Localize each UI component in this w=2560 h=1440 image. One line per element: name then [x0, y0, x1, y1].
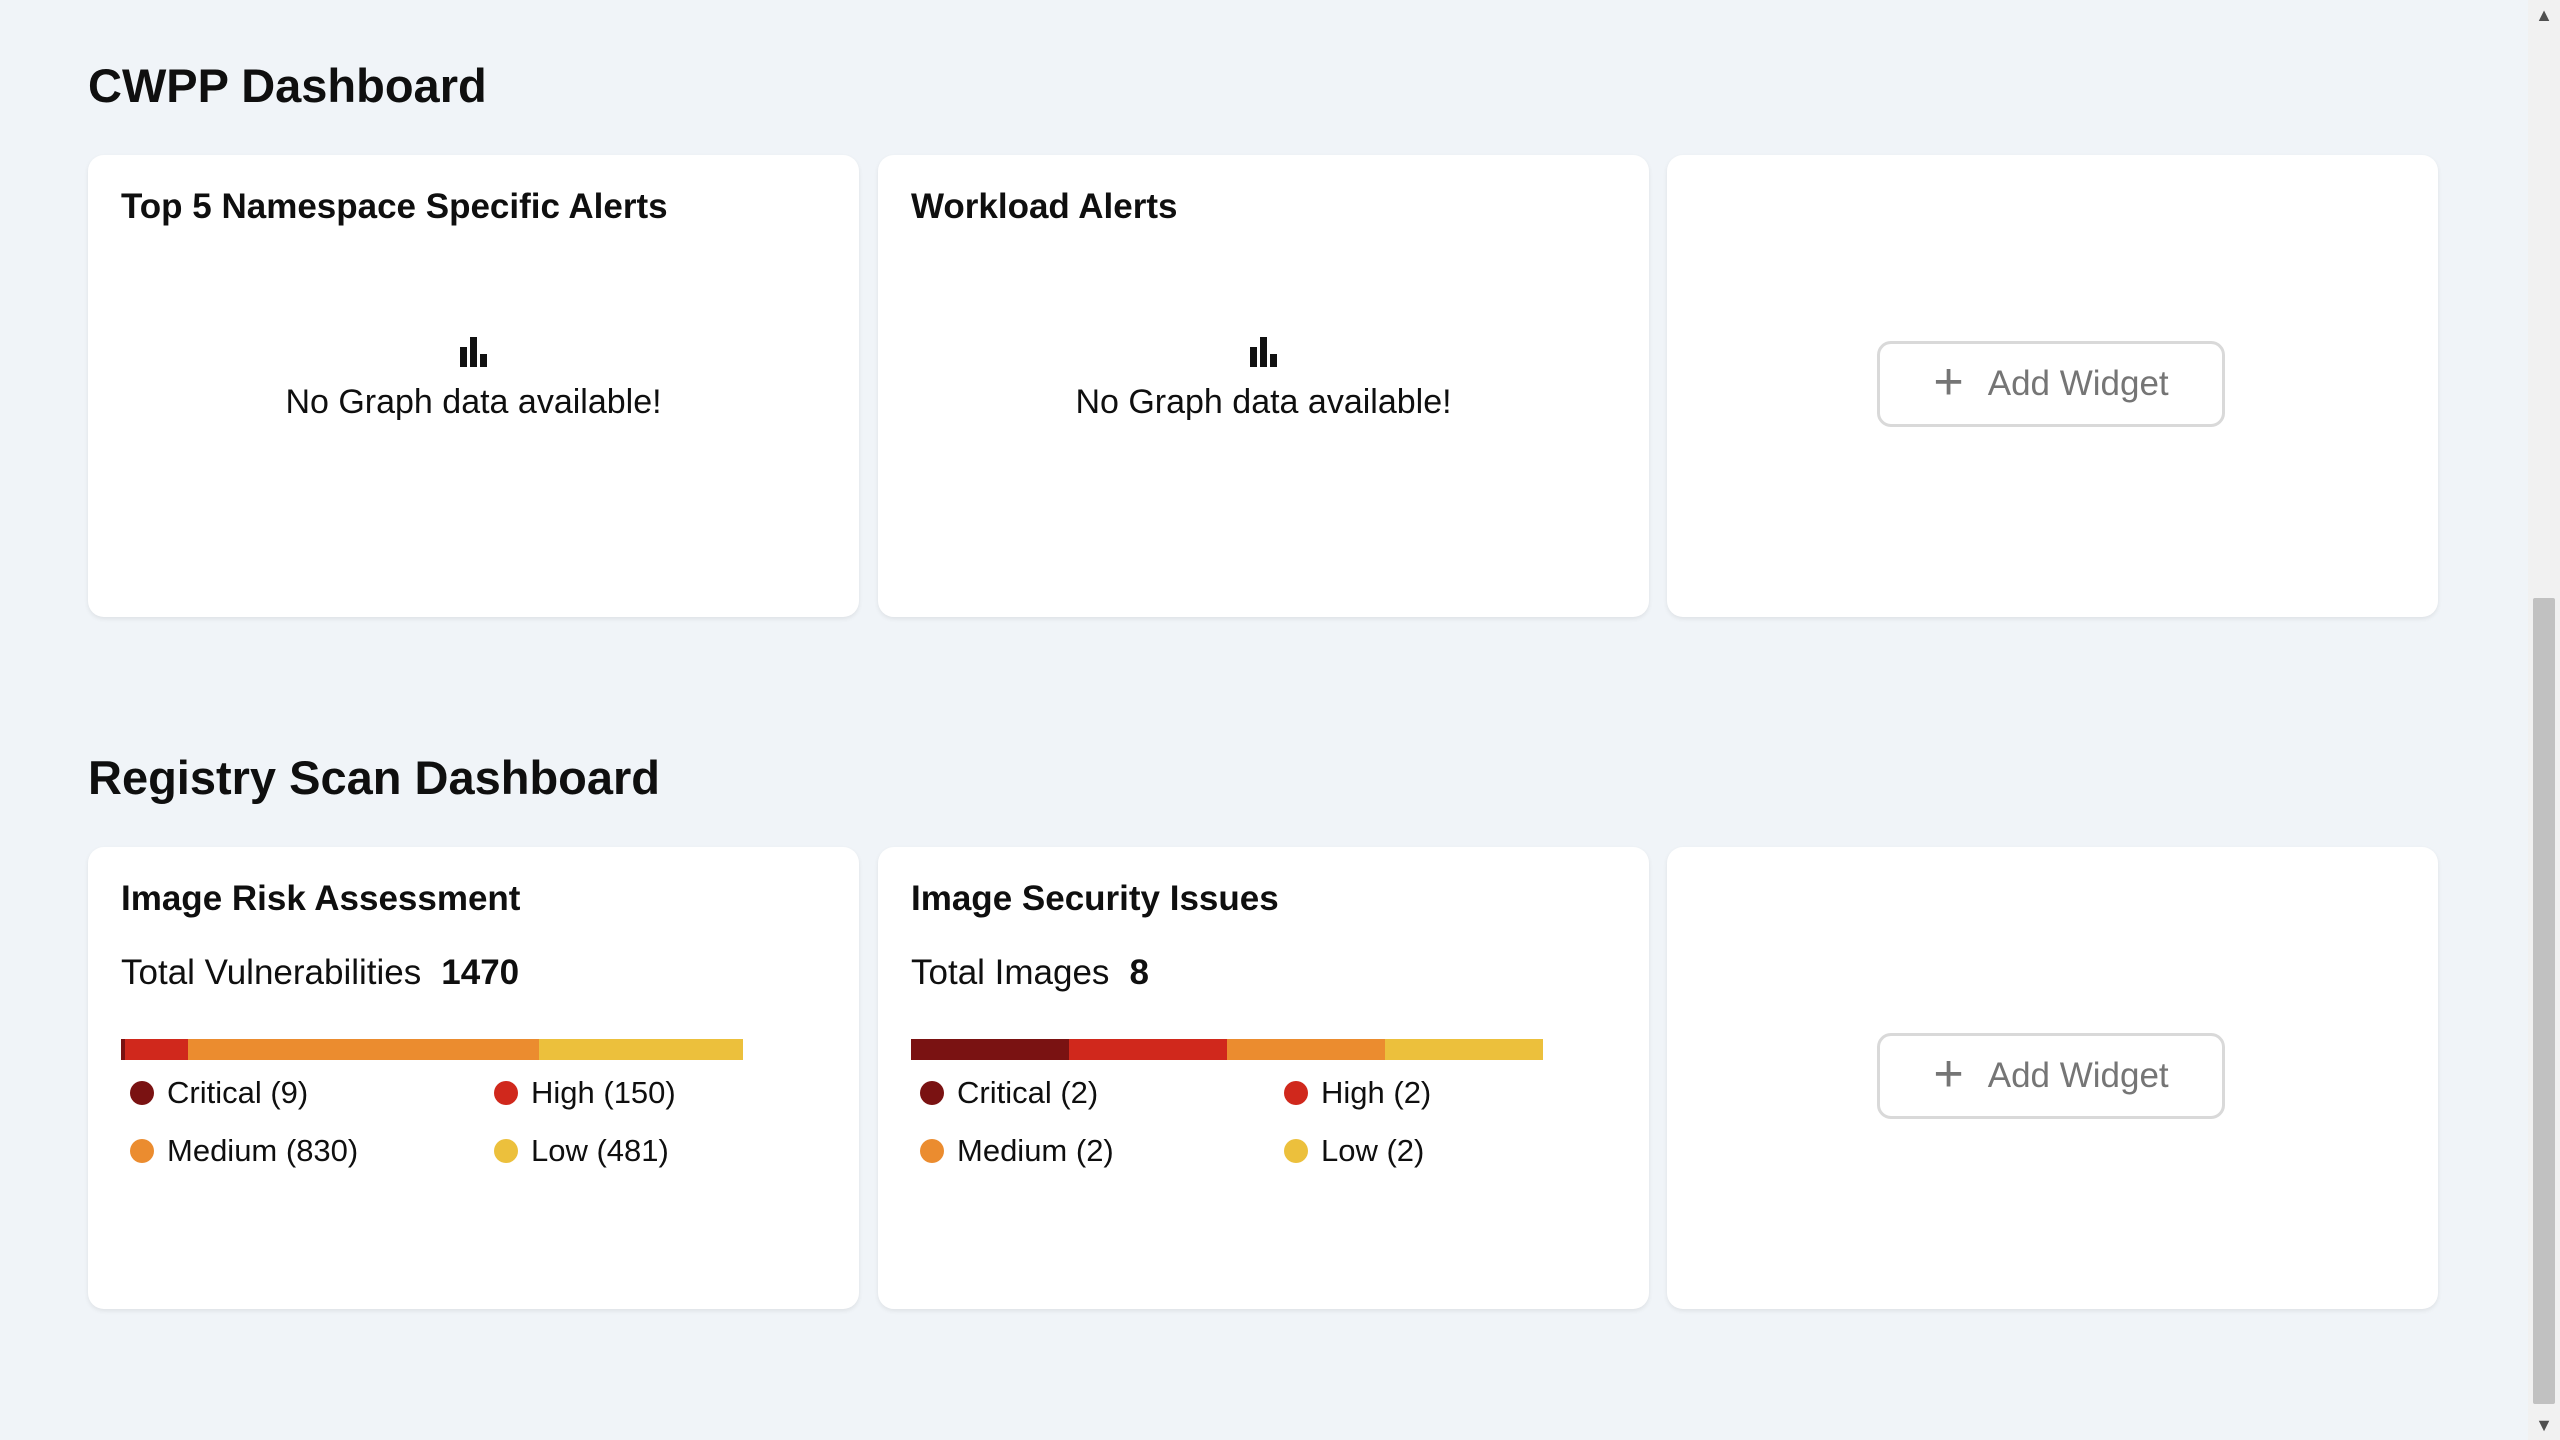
registry-scan-dashboard-title: Registry Scan Dashboard — [88, 751, 661, 804]
empty-state-text: No Graph data available! — [285, 383, 662, 421]
bar-segment-low — [539, 1039, 743, 1060]
add-widget-card: + Add Widget — [1667, 155, 2438, 617]
empty-state-text: No Graph data available! — [1075, 383, 1452, 421]
total-label: Total Images — [911, 953, 1110, 992]
total-value: 1470 — [441, 953, 520, 992]
legend-label: Medium (830) — [167, 1133, 359, 1168]
bar-chart-icon — [457, 337, 490, 367]
legend-item-low: Low (2) — [1284, 1135, 1424, 1166]
legend-label: Critical (9) — [167, 1075, 309, 1110]
chevron-down-icon[interactable]: ▼ — [2528, 1410, 2560, 1440]
legend-item-medium: Medium (830) — [130, 1135, 358, 1166]
legend-label: Low (2) — [1321, 1133, 1425, 1168]
low-dot — [494, 1138, 518, 1163]
vertical-scrollbar[interactable]: ▲ ▼ — [2528, 0, 2560, 1440]
legend-item-high: High (150) — [494, 1077, 676, 1108]
legend-item-low: Low (481) — [494, 1135, 669, 1166]
add-widget-button[interactable]: + Add Widget — [1877, 341, 2225, 427]
bar-segment-high — [1069, 1039, 1227, 1060]
add-widget-card: + Add Widget — [1667, 847, 2438, 1309]
chevron-up-icon[interactable]: ▲ — [2528, 0, 2560, 30]
legend-item-medium: Medium (2) — [920, 1135, 1114, 1166]
widget-title: Top 5 Namespace Specific Alerts — [121, 187, 668, 226]
legend-label: Medium (2) — [957, 1133, 1114, 1168]
widget-workload-alerts: Workload Alerts No Graph data available! — [878, 155, 1649, 617]
widget-image-risk-assessment: Image Risk Assessment Total Vulnerabilit… — [88, 847, 859, 1309]
widget-title: Image Risk Assessment — [121, 879, 521, 918]
severity-stacked-bar — [911, 1039, 1543, 1060]
scrollbar-thumb[interactable] — [2533, 598, 2555, 1404]
total-images: Total Images 8 — [911, 955, 1149, 990]
cwpp-dashboard-title: CWPP Dashboard — [88, 59, 487, 112]
plus-icon: + — [1933, 353, 1964, 411]
empty-state: No Graph data available! — [88, 337, 859, 423]
widget-image-security-issues: Image Security Issues Total Images 8 Crit… — [878, 847, 1649, 1309]
add-widget-button[interactable]: + Add Widget — [1877, 1033, 2225, 1119]
medium-dot — [920, 1138, 944, 1163]
bar-segment-medium — [1227, 1039, 1385, 1060]
bar-segment-medium — [188, 1039, 540, 1060]
widget-title: Workload Alerts — [911, 187, 1178, 226]
add-widget-label: Add Widget — [1987, 364, 2169, 403]
bar-chart-icon — [1247, 337, 1280, 367]
high-dot — [494, 1080, 518, 1105]
legend-item-high: High (2) — [1284, 1077, 1431, 1108]
widget-title: Image Security Issues — [911, 879, 1279, 918]
low-dot — [1284, 1138, 1308, 1163]
bar-segment-critical — [911, 1039, 1069, 1060]
dashboard-page: CWPP Dashboard Top 5 Namespace Specific … — [0, 0, 2560, 1440]
plus-icon: + — [1933, 1045, 1964, 1103]
add-widget-label: Add Widget — [1987, 1056, 2169, 1095]
bar-segment-high — [124, 1039, 189, 1060]
widget-top-namespace-alerts: Top 5 Namespace Specific Alerts No Graph… — [88, 155, 859, 617]
bar-segment-low — [1385, 1039, 1543, 1060]
legend-label: Low (481) — [531, 1133, 669, 1168]
total-vulnerabilities: Total Vulnerabilities 1470 — [121, 955, 519, 990]
legend-item-critical: Critical (2) — [920, 1077, 1098, 1108]
medium-dot — [130, 1138, 154, 1163]
high-dot — [1284, 1080, 1308, 1105]
critical-dot — [920, 1080, 944, 1105]
severity-stacked-bar — [121, 1039, 743, 1060]
total-label: Total Vulnerabilities — [121, 953, 422, 992]
total-value: 8 — [1129, 953, 1149, 992]
legend-label: Critical (2) — [957, 1075, 1099, 1110]
legend-item-critical: Critical (9) — [130, 1077, 308, 1108]
legend-label: High (2) — [1321, 1075, 1432, 1110]
critical-dot — [130, 1080, 154, 1105]
legend-label: High (150) — [531, 1075, 676, 1110]
empty-state: No Graph data available! — [878, 337, 1649, 423]
